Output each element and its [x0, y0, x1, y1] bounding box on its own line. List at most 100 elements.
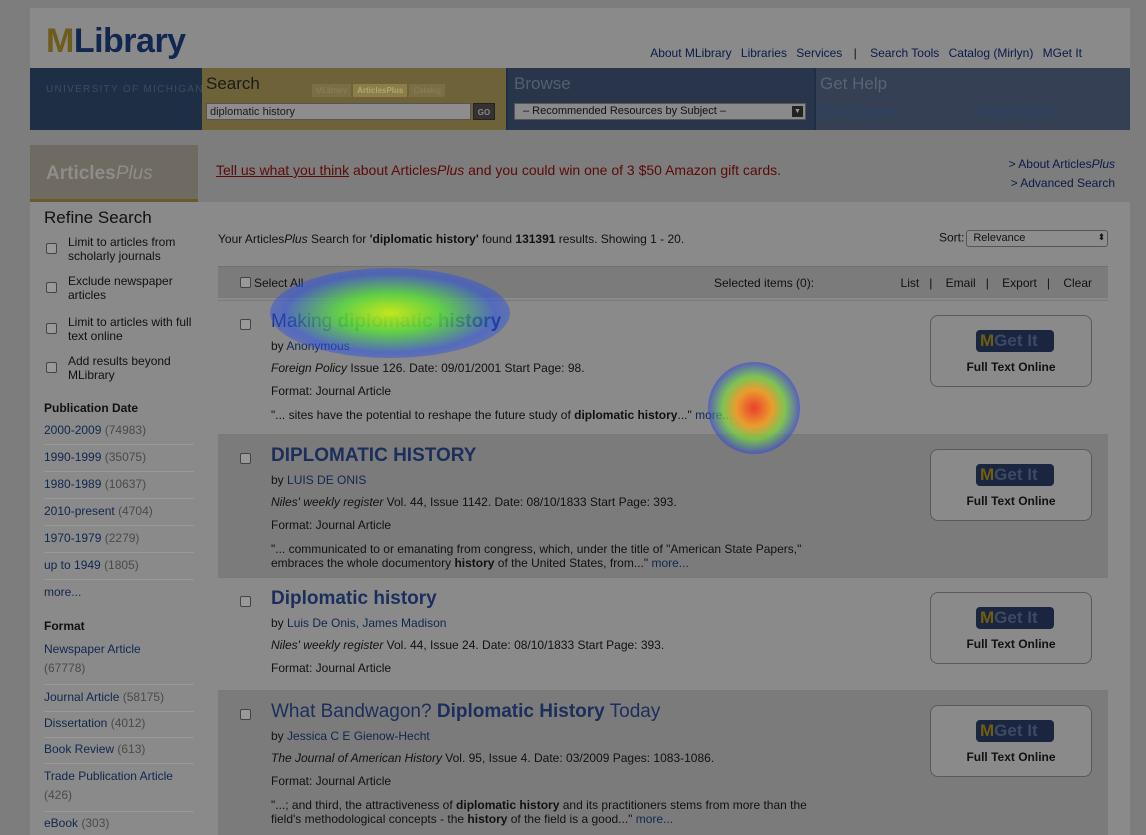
result-format: Format: Journal Article: [271, 384, 392, 398]
snippet-more-link[interactable]: more...: [651, 556, 688, 570]
facet-label: 2010-present: [44, 504, 115, 518]
facet-format-journal[interactable]: Journal Article (58175): [44, 688, 196, 707]
facet-pubdate-pre1949[interactable]: up to 1949 (1805): [44, 556, 196, 575]
result-checkbox[interactable]: [240, 596, 251, 607]
checkbox[interactable]: [46, 323, 57, 334]
facet-label: up to 1949: [44, 558, 101, 572]
help-panel: Get Help Ask a Librarian Using the Libra…: [816, 68, 1130, 130]
snippet-more-link[interactable]: more...: [636, 812, 673, 826]
ask-librarian-link[interactable]: Ask a Librarian: [820, 104, 900, 118]
search-tab-articlesplus[interactable]: ArticlesPlus: [353, 84, 408, 97]
facet-heading-pubdate: Publication Date: [44, 401, 139, 415]
result-byline: by Anonymous: [271, 339, 350, 353]
select-all-checkbox[interactable]: [240, 277, 251, 288]
mget-it-logo: MGet It: [976, 607, 1054, 629]
full-text-online-label: Full Text Online: [966, 637, 1056, 651]
using-library-link[interactable]: Using the Library: [970, 104, 1061, 118]
title-segment: Diplomatic History: [436, 701, 605, 722]
result-row: What Bandwagon? Diplomatic History Today…: [218, 690, 1108, 835]
author-link[interactable]: Luis De Onis, James Madison: [287, 616, 446, 630]
facet-count: (1805): [104, 558, 139, 572]
result-row: DIPLOMATIC HISTORY by LUIS DE ONIS Niles' …: [218, 434, 1108, 577]
facet-format-trade[interactable]: Trade Publication Article (426): [44, 767, 196, 805]
result-row: Making diplomatic history by Anonymous For…: [218, 300, 1108, 434]
limit-label: Exclude newspaper articles: [68, 274, 173, 302]
mget-it-button[interactable]: MGet It Full Text Online: [930, 592, 1092, 664]
nav-search-tools[interactable]: Search Tools: [870, 46, 939, 60]
author-link[interactable]: Jessica C E Gienow-Hecht: [287, 729, 430, 743]
nav-about[interactable]: About MLibrary: [650, 46, 731, 60]
author-link[interactable]: Anonymous: [286, 339, 349, 353]
advanced-search-link[interactable]: > Advanced Search: [970, 174, 1115, 193]
result-checkbox[interactable]: [240, 709, 251, 720]
nav-services[interactable]: Services: [796, 46, 842, 60]
nav-mget-it[interactable]: MGet It: [1043, 46, 1082, 60]
limit-label: Limit to articles with full text online: [68, 315, 192, 343]
facet-label: Journal Article: [44, 690, 120, 704]
browse-subject-select[interactable]: – Recommended Resources by Subject – ▼: [514, 103, 806, 120]
facet-label: 2000-2009: [44, 423, 102, 437]
search-tab-catalog[interactable]: Catalog: [409, 84, 445, 97]
nav-catalog[interactable]: Catalog (Mirlyn): [949, 46, 1034, 60]
browse-title: Browse: [514, 74, 571, 93]
source-title: Foreign Policy: [271, 361, 348, 375]
action-clear[interactable]: Clear: [1063, 276, 1092, 290]
university-wordmark[interactable]: UNIVERSITY OF MICHIGAN: [46, 84, 204, 95]
search-tab-mlibrary[interactable]: MLibrary: [312, 84, 352, 97]
facet-pubdate-1970s[interactable]: 1970-1979 (2279): [44, 529, 196, 548]
facet-label: eBook: [44, 816, 79, 830]
nav-libraries[interactable]: Libraries: [741, 46, 787, 60]
go-button[interactable]: GO: [473, 103, 495, 120]
mget-it-button[interactable]: MGet It Full Text Online: [930, 705, 1092, 777]
limit-full-text[interactable]: Limit to articles with full text online: [46, 315, 196, 343]
author-link[interactable]: LUIS DE ONIS: [287, 473, 366, 487]
facet-count: (426): [44, 788, 73, 802]
snippet-more-link[interactable]: more...: [695, 408, 732, 422]
snippet-segment: of the field is a good...": [507, 812, 636, 826]
facet-pubdate-2010s[interactable]: 2010-present (4704): [44, 502, 196, 521]
facet-count: (10637): [104, 477, 147, 491]
result-checkbox[interactable]: [240, 453, 251, 464]
mget-it-button[interactable]: MGet It Full Text Online: [930, 315, 1092, 387]
facet-format-ebook[interactable]: eBook (303): [44, 814, 196, 833]
facet-count: (303): [81, 816, 110, 830]
result-title-link[interactable]: What Bandwagon? Diplomatic History Today: [271, 701, 660, 723]
checkbox[interactable]: [46, 362, 57, 373]
result-title-link[interactable]: Diplomatic history: [271, 588, 437, 610]
facet-pubdate-more[interactable]: more...: [44, 583, 196, 602]
feedback-link[interactable]: Tell us what you think: [216, 162, 349, 178]
result-title-link[interactable]: Making diplomatic history: [271, 311, 501, 333]
limit-beyond-mlibrary[interactable]: Add results beyond MLibrary: [46, 354, 196, 382]
promo-text-post: and you could win one of 3 $50 Amazon gi…: [464, 162, 782, 178]
checkbox[interactable]: [46, 243, 57, 254]
divider: [44, 471, 194, 472]
result-title-link[interactable]: DIPLOMATIC HISTORY: [271, 445, 476, 467]
action-email[interactable]: Email: [946, 276, 976, 290]
mget-it-logo: MGet It: [976, 464, 1054, 486]
result-checkbox[interactable]: [240, 319, 251, 330]
action-export[interactable]: Export: [1002, 276, 1037, 290]
help-title: Get Help: [820, 74, 888, 93]
mget-it-button[interactable]: MGet It Full Text Online: [930, 449, 1092, 521]
limit-exclude-newspaper[interactable]: Exclude newspaper articles: [46, 274, 196, 302]
divider: [44, 811, 194, 812]
summary-query: 'diplomatic history': [369, 232, 479, 246]
facet-pubdate-1990s[interactable]: 1990-1999 (35075): [44, 448, 196, 467]
checkbox[interactable]: [46, 282, 57, 293]
sort-select[interactable]: Relevance ⬍: [966, 230, 1109, 247]
action-list[interactable]: List: [901, 276, 920, 290]
mlibrary-logo[interactable]: MLibrary: [46, 22, 186, 61]
facet-pubdate-2000s[interactable]: 2000-2009 (74983): [44, 421, 196, 440]
facet-format-book-review[interactable]: Book Review (613): [44, 740, 196, 759]
facet-format-dissertation[interactable]: Dissertation (4012): [44, 714, 196, 733]
summary-text: Your Articles: [218, 232, 285, 246]
mget-logo-text: Get It: [994, 331, 1038, 350]
select-all[interactable]: Select All: [240, 276, 303, 290]
source-title: Niles' weekly register: [271, 495, 384, 509]
result-snippet: "...; and third, the attractiveness of d…: [271, 798, 831, 826]
about-articlesplus-link[interactable]: > About ArticlesPlus: [970, 155, 1115, 174]
facet-pubdate-1980s[interactable]: 1980-1989 (10637): [44, 475, 196, 494]
limit-scholarly[interactable]: Limit to articles from scholarly journal…: [46, 235, 196, 263]
facet-format-newspaper[interactable]: Newspaper Article (67778): [44, 640, 196, 678]
search-input[interactable]: [207, 104, 470, 120]
